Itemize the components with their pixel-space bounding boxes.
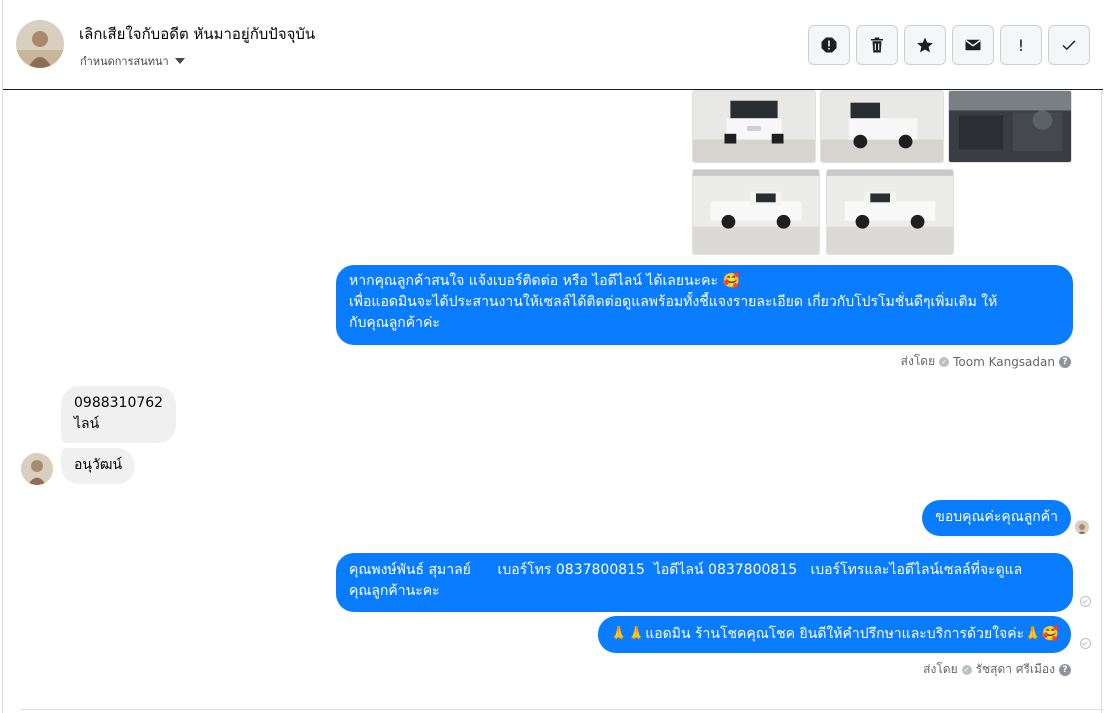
verified-icon: ✓ [939,356,950,367]
delivered-icon [1080,638,1091,649]
conversation-header: เลิกเสียใจกับอดีต หันมาอยู่กับปัจจุบัน ก… [3,0,1103,90]
outgoing-message[interactable]: คุณพงษ์พันธ์ สุมาลย์ เบอร์โทร 0837800815… [336,553,1073,612]
message-line: หากคุณลูกค้าสนใจ แจ้งเบอร์ติดต่อ หรือ ไอ… [349,273,740,289]
conversation-label-dropdown[interactable]: กำหนดการสนทนา [80,52,185,70]
sender-name: Toom Kangsadan [953,354,1055,369]
attachment-photo-1[interactable] [692,90,816,163]
trash-icon [871,37,883,53]
sent-by-prefix: ส่งโดย [923,662,958,676]
outgoing-message[interactable]: ขอบคุณค่ะคุณลูกค้า [922,500,1071,536]
attachment-photo-3[interactable] [948,90,1072,163]
sender-name: รัชสุดา ศรีเมือง [975,662,1055,676]
contact-avatar[interactable] [21,453,53,485]
important-icon: ! [1017,35,1025,55]
outgoing-message[interactable]: หากคุณลูกค้าสนใจ แจ้งเบอร์ติดต่อ หรือ ไอ… [336,265,1073,345]
attachment-photo-4[interactable] [692,169,820,255]
incoming-message[interactable]: อนุวัฒน์ [61,448,136,484]
report-button[interactable] [808,25,850,65]
sent-by-prefix: ส่งโดย [900,354,936,368]
help-icon[interactable]: ? [1059,663,1071,676]
message-text: ขอบคุณค่ะคุณลูกค้า [935,509,1058,525]
outgoing-message[interactable]: 🙏🙏แอดมิน ร้านโชคคุณโชค ยินดีให้คำปรึกษาแ… [598,616,1071,653]
help-icon[interactable]: ? [1059,355,1071,368]
conversation-window: เลิกเสียใจกับอดีต หันมาอยู่กับปัจจุบัน ก… [2,0,1103,713]
seen-avatar [1075,520,1089,534]
message-text: 🙏🙏แอดมิน ร้านโชคคุณโชค ยินดีให้คำปรึกษาแ… [610,626,1059,642]
checkmark-icon [1062,40,1076,51]
report-icon [821,37,837,53]
mail-button[interactable] [952,25,994,65]
message-line: 0988310762 [74,395,164,411]
message-line: ไลน์ [74,416,100,432]
conversation-label: กำหนดการสนทนา [80,55,169,68]
conversation-title: เลิกเสียใจกับอดีต หันมาอยู่กับปัจจุบัน [79,25,316,43]
sent-by-label: ส่งโดย ✓ Toom Kangsadan ? [901,352,1071,371]
message-text: อนุวัฒน์ [74,457,123,473]
star-icon [917,37,933,53]
message-line: เพื่อแอดมินจะได้ประสานงานให้เซลล์ได้ติดต… [349,294,998,310]
delete-button[interactable] [856,25,898,65]
verified-icon: ✓ [961,664,972,675]
sent-by-label: ส่งโดย ✓ รัชสุดา ศรีเมือง ? [923,660,1071,679]
header-actions: ! [808,25,1090,65]
composer-border [21,709,1103,713]
attachment-photo-2[interactable] [820,90,944,163]
contact-avatar[interactable] [16,20,64,68]
message-line: คุณพงษ์พันธ์ สุมาลย์ เบอร์โทร 0837800815… [349,562,1023,578]
important-button[interactable]: ! [1000,25,1042,65]
attachment-photo-5[interactable] [826,169,954,255]
delivered-icon [1080,596,1091,607]
message-line: กับคุณลูกค้าค่ะ [349,315,440,331]
message-line: คุณลูกค้านะคะ [349,583,440,599]
caret-down-icon [174,58,185,64]
incoming-message[interactable]: 0988310762 ไลน์ [61,386,176,443]
mail-icon [965,39,981,51]
done-button[interactable] [1048,25,1090,65]
star-button[interactable] [904,25,946,65]
